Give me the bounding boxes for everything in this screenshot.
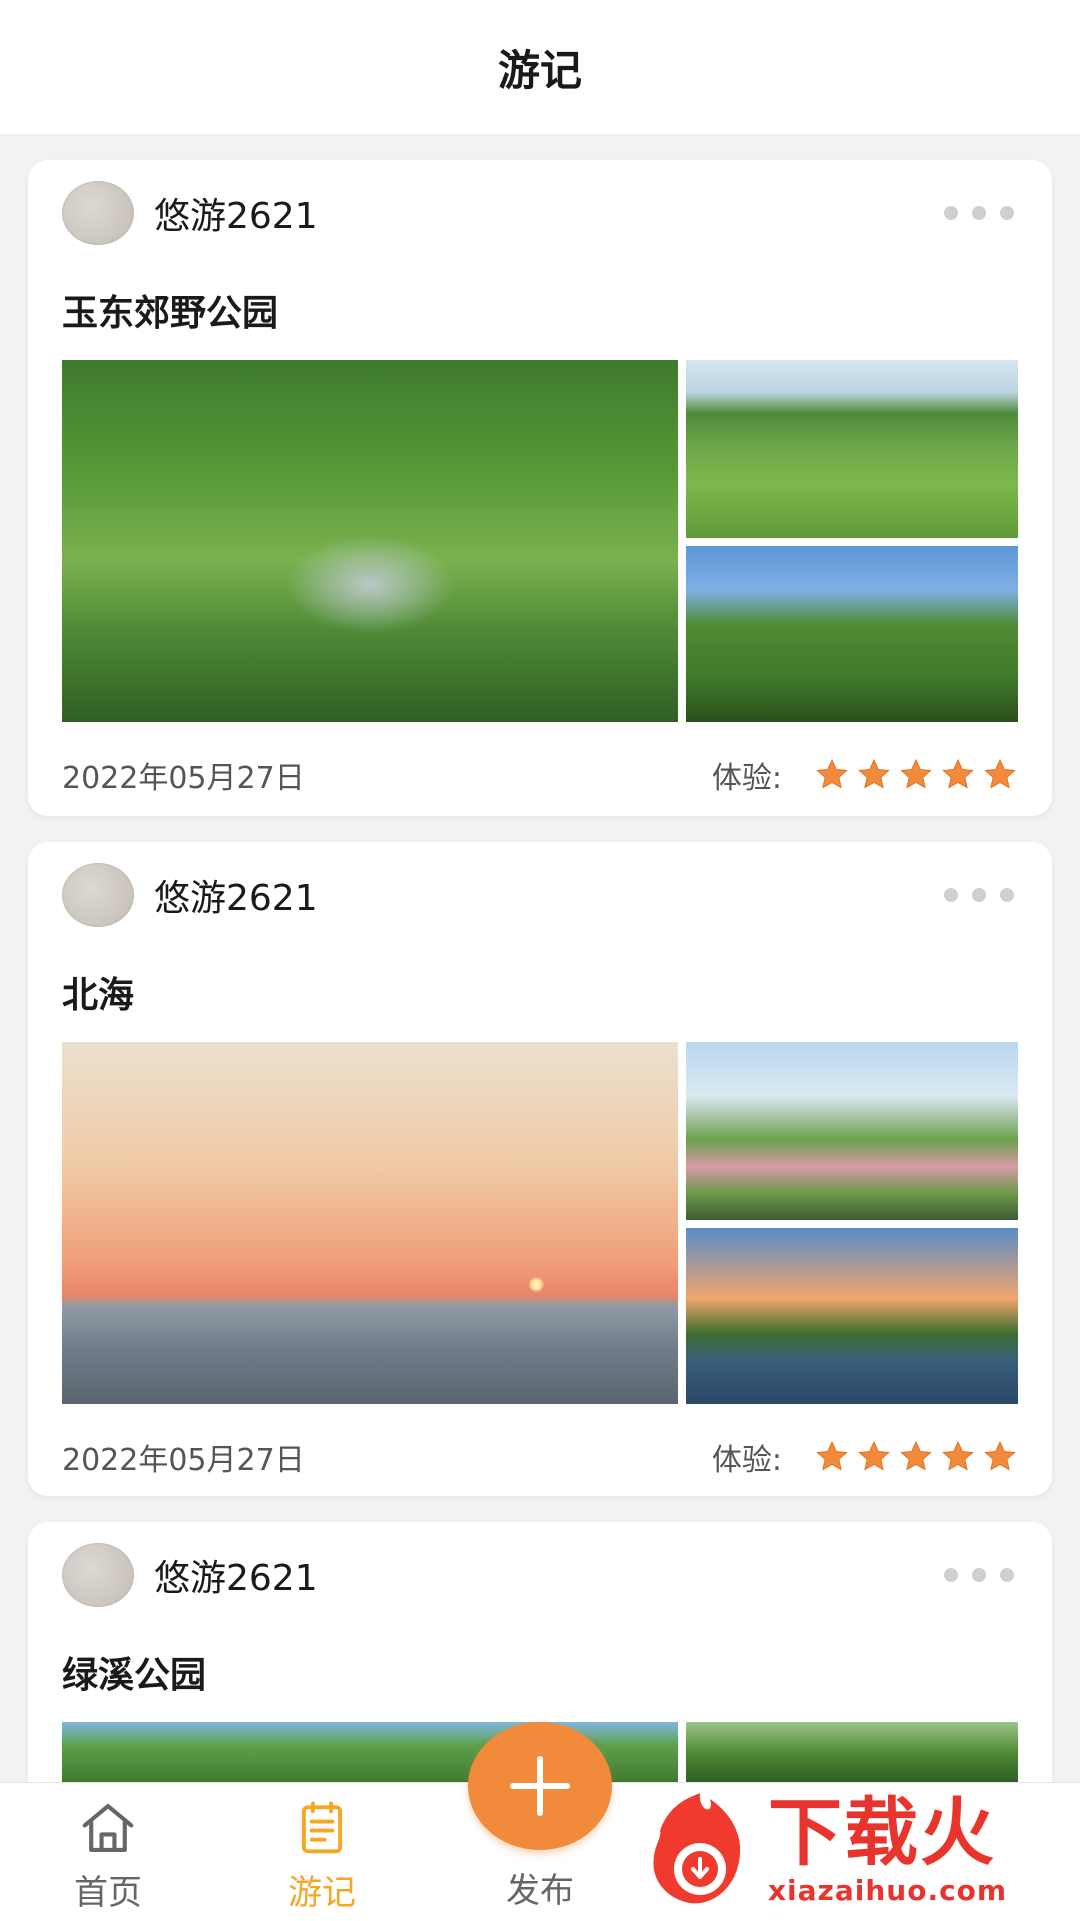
username[interactable]: 悠游2621 <box>154 187 318 239</box>
more-options-icon[interactable] <box>944 888 1014 902</box>
tab-publish[interactable]: 发布 <box>470 1863 610 1912</box>
photo-top-right[interactable] <box>686 1042 1018 1220</box>
star-icon <box>900 758 932 789</box>
notes-icon <box>301 1801 343 1854</box>
watermark: 下载火 xiazaihuo.com <box>640 1782 1080 1920</box>
photo-bottom-right[interactable] <box>686 546 1018 722</box>
card-footer: 2022年05月27日 体验: <box>62 750 1018 800</box>
card-header: 悠游2621 <box>62 1542 1018 1608</box>
tab-travel-label: 游记 <box>288 1873 356 1913</box>
star-icon <box>858 758 890 789</box>
publish-button[interactable] <box>468 1722 612 1850</box>
plus-icon <box>510 1756 570 1816</box>
username[interactable]: 悠游2621 <box>154 1549 318 1601</box>
more-options-icon[interactable] <box>944 206 1014 220</box>
experience-label: 体验: <box>711 761 782 796</box>
watermark-url: xiazaihuo.com <box>768 1873 1008 1907</box>
star-icon <box>984 758 1016 789</box>
home-icon <box>82 1803 134 1853</box>
watermark-title: 下载火 <box>768 1789 996 1876</box>
travel-card[interactable]: 悠游2621 玉东郊野公园 2022年05月27日 体验: <box>28 160 1052 816</box>
experience-rating: 体验: <box>712 1435 1018 1479</box>
star-icon <box>816 758 848 789</box>
card-header: 悠游2621 <box>62 862 1018 928</box>
star-icon <box>984 1440 1016 1471</box>
travel-card[interactable]: 悠游2621 北海 2022年05月27日 体验: <box>28 842 1052 1496</box>
tab-home-label: 首页 <box>74 1873 142 1913</box>
post-date: 2022年05月27日 <box>62 761 305 796</box>
card-title[interactable]: 北海 <box>62 966 134 1018</box>
star-icon <box>942 1440 974 1471</box>
card-header: 悠游2621 <box>62 180 1018 246</box>
tab-home[interactable]: 首页 <box>38 1797 178 1914</box>
star-icon <box>816 1440 848 1471</box>
tab-publish-label: 发布 <box>506 1871 574 1911</box>
top-bar: 游记 <box>0 0 1080 134</box>
card-footer: 2022年05月27日 体验: <box>62 1432 1018 1482</box>
flame-logo-icon <box>653 1793 741 1904</box>
star-icon <box>900 1440 932 1471</box>
experience-label: 体验: <box>711 1443 782 1478</box>
avatar[interactable] <box>62 1543 134 1607</box>
photo-bottom-right[interactable] <box>686 1228 1018 1404</box>
username[interactable]: 悠游2621 <box>154 869 318 921</box>
photo-top-right[interactable] <box>686 360 1018 538</box>
tab-travel-notes[interactable]: 游记 <box>252 1797 392 1914</box>
card-title[interactable]: 玉东郊野公园 <box>62 284 278 336</box>
photo-main[interactable] <box>62 1042 678 1404</box>
photo-main[interactable] <box>62 360 678 722</box>
card-title[interactable]: 绿溪公园 <box>62 1646 206 1698</box>
avatar[interactable] <box>62 863 134 927</box>
star-icon <box>858 1440 890 1471</box>
page-title: 游记 <box>497 45 582 95</box>
star-icon <box>942 758 974 789</box>
more-options-icon[interactable] <box>944 1568 1014 1582</box>
experience-rating: 体验: <box>712 753 1018 797</box>
photo-top-right[interactable] <box>686 1722 1018 1782</box>
post-date: 2022年05月27日 <box>62 1443 305 1478</box>
avatar[interactable] <box>62 181 134 245</box>
